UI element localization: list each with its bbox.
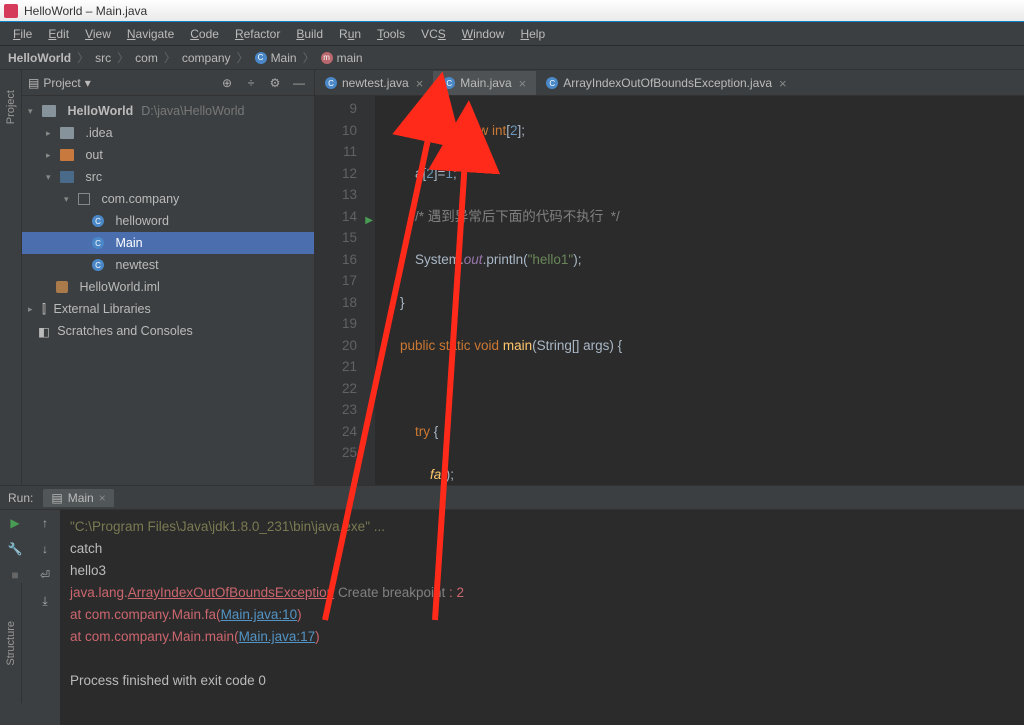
menu-tools[interactable]: Tools bbox=[370, 24, 412, 44]
method-icon: m bbox=[321, 52, 333, 64]
run-panel: Run: ▤ Main × ▶ 🔧 ■ ⎘ 🖶 🗑 ↑ ↓ ⏎ ⤓ "C:\Pr… bbox=[0, 485, 1024, 725]
package-icon bbox=[78, 193, 90, 205]
breadcrumb: HelloWorld 〉 src 〉 com 〉 company 〉 CMain… bbox=[0, 46, 1024, 70]
tab-newtest[interactable]: Cnewtest.java× bbox=[315, 71, 433, 95]
down-icon[interactable]: ↓ bbox=[42, 542, 48, 556]
console-cmd: "C:\Program Files\Java\jdk1.8.0_231\bin\… bbox=[70, 519, 385, 534]
menu-file[interactable]: File bbox=[6, 24, 39, 44]
tree-src[interactable]: ▾ src bbox=[22, 166, 314, 188]
console-out: hello3 bbox=[70, 560, 1014, 582]
tree-external-libs[interactable]: ▸⫿ External Libraries bbox=[22, 298, 314, 320]
chevron-right-icon: 〉 bbox=[164, 49, 176, 66]
tree-file-helloword[interactable]: C helloword bbox=[22, 210, 314, 232]
editor-area: Cnewtest.java× CMain.java× CArrayIndexOu… bbox=[315, 70, 1024, 485]
hide-panel-icon[interactable]: — bbox=[290, 74, 308, 92]
rail-structure[interactable]: Structure bbox=[5, 621, 17, 666]
menu-build[interactable]: Build bbox=[289, 24, 330, 44]
project-tree[interactable]: ▾ HelloWorldD:\java\HelloWorld ▸ .idea ▸… bbox=[22, 96, 314, 346]
bc-com[interactable]: com bbox=[135, 51, 158, 65]
tree-iml[interactable]: HelloWorld.iml bbox=[22, 276, 314, 298]
class-icon: C bbox=[255, 52, 267, 64]
collapse-all-icon[interactable]: ÷ bbox=[242, 74, 260, 92]
window-titlebar: HelloWorld – Main.java bbox=[0, 0, 1024, 22]
run-gutter-icon[interactable]: ▶ bbox=[365, 210, 373, 232]
tree-root[interactable]: ▾ HelloWorldD:\java\HelloWorld bbox=[22, 100, 314, 122]
code-editor[interactable]: 910111213141516171819202122232425 ▶ int … bbox=[315, 96, 1024, 485]
bc-method[interactable]: mmain bbox=[321, 51, 363, 65]
iml-icon bbox=[56, 281, 68, 293]
up-icon[interactable]: ↑ bbox=[42, 516, 48, 530]
menu-run[interactable]: Run bbox=[332, 24, 368, 44]
close-icon[interactable]: × bbox=[779, 76, 787, 91]
close-icon[interactable]: × bbox=[519, 76, 527, 91]
close-icon[interactable]: × bbox=[416, 76, 424, 91]
stack-link[interactable]: Main.java:17 bbox=[239, 629, 316, 644]
tree-file-newtest[interactable]: C newtest bbox=[22, 254, 314, 276]
bc-src[interactable]: src bbox=[95, 51, 111, 65]
settings-icon[interactable]: ⚙ bbox=[266, 74, 284, 92]
folder-icon bbox=[60, 127, 74, 139]
tab-main[interactable]: CMain.java× bbox=[433, 71, 536, 95]
folder-icon bbox=[60, 149, 74, 161]
left-tool-rail: Project bbox=[0, 70, 22, 485]
tree-out[interactable]: ▸ out bbox=[22, 144, 314, 166]
project-panel-header: ▤ Project ▾ ⊕ ÷ ⚙ — bbox=[22, 70, 314, 96]
editor-tabs: Cnewtest.java× CMain.java× CArrayIndexOu… bbox=[315, 70, 1024, 96]
configure-icon[interactable]: 🔧 bbox=[8, 542, 23, 556]
rerun-icon[interactable]: ▶ bbox=[10, 516, 19, 530]
class-icon: C bbox=[443, 77, 455, 89]
tree-package[interactable]: ▾ com.company bbox=[22, 188, 314, 210]
menu-refactor[interactable]: Refactor bbox=[228, 24, 287, 44]
chevron-right-icon: 〉 bbox=[237, 49, 249, 66]
chevron-right-icon: 〉 bbox=[77, 49, 89, 66]
menu-view[interactable]: View bbox=[78, 24, 118, 44]
class-icon: C bbox=[92, 215, 104, 227]
menu-navigate[interactable]: Navigate bbox=[120, 24, 181, 44]
class-icon: C bbox=[546, 77, 558, 89]
left-rail-bottom: Structure bbox=[0, 583, 22, 703]
menu-edit[interactable]: Edit bbox=[41, 24, 76, 44]
bc-project[interactable]: HelloWorld bbox=[8, 51, 71, 65]
bc-class[interactable]: CMain bbox=[255, 51, 297, 65]
menu-window[interactable]: Window bbox=[455, 24, 512, 44]
stack-link[interactable]: Main.java:10 bbox=[221, 607, 298, 622]
class-icon: C bbox=[92, 237, 104, 249]
class-icon: C bbox=[325, 77, 337, 89]
class-icon: C bbox=[92, 259, 104, 271]
tree-scratches[interactable]: ◧ Scratches and Consoles bbox=[22, 320, 314, 342]
close-icon[interactable]: × bbox=[99, 491, 106, 505]
tab-exception[interactable]: CArrayIndexOutOfBoundsException.java× bbox=[536, 71, 796, 95]
run-console[interactable]: "C:\Program Files\Java\jdk1.8.0_231\bin\… bbox=[60, 510, 1024, 725]
project-panel: ▤ Project ▾ ⊕ ÷ ⚙ — ▾ HelloWorldD:\java\… bbox=[22, 70, 315, 485]
console-out: catch bbox=[70, 538, 1014, 560]
stop-icon[interactable]: ■ bbox=[11, 568, 18, 582]
project-dropdown[interactable]: ▤ Project ▾ bbox=[28, 76, 91, 90]
code-content[interactable]: int a[] = new int[2]; a[2]=1; /* 遇到异常后下面… bbox=[375, 96, 1024, 485]
line-gutter[interactable]: 910111213141516171819202122232425 ▶ bbox=[315, 96, 375, 485]
tree-file-main[interactable]: C Main bbox=[22, 232, 314, 254]
app-icon bbox=[4, 4, 18, 18]
folder-icon bbox=[60, 171, 74, 183]
folder-icon bbox=[42, 105, 56, 117]
window-title: HelloWorld – Main.java bbox=[24, 4, 147, 18]
menu-code[interactable]: Code bbox=[183, 24, 226, 44]
select-opened-file-icon[interactable]: ⊕ bbox=[218, 74, 236, 92]
run-label: Run: bbox=[8, 491, 33, 505]
chevron-right-icon: 〉 bbox=[303, 49, 315, 66]
run-tab-main[interactable]: ▤ Main × bbox=[43, 489, 113, 507]
scroll-end-icon[interactable]: ⤓ bbox=[42, 594, 47, 609]
menubar: File Edit View Navigate Code Refactor Bu… bbox=[0, 22, 1024, 46]
bc-company[interactable]: company bbox=[182, 51, 231, 65]
run-toolbar-left2: ↑ ↓ ⏎ ⤓ bbox=[30, 510, 60, 725]
chevron-right-icon: 〉 bbox=[117, 49, 129, 66]
run-panel-header: Run: ▤ Main × bbox=[0, 486, 1024, 510]
tree-idea[interactable]: ▸ .idea bbox=[22, 122, 314, 144]
soft-wrap-icon[interactable]: ⏎ bbox=[40, 568, 50, 582]
menu-vcs[interactable]: VCS bbox=[414, 24, 453, 44]
rail-project[interactable]: Project bbox=[5, 90, 17, 124]
console-exit: Process finished with exit code 0 bbox=[70, 670, 1014, 692]
menu-help[interactable]: Help bbox=[513, 24, 552, 44]
